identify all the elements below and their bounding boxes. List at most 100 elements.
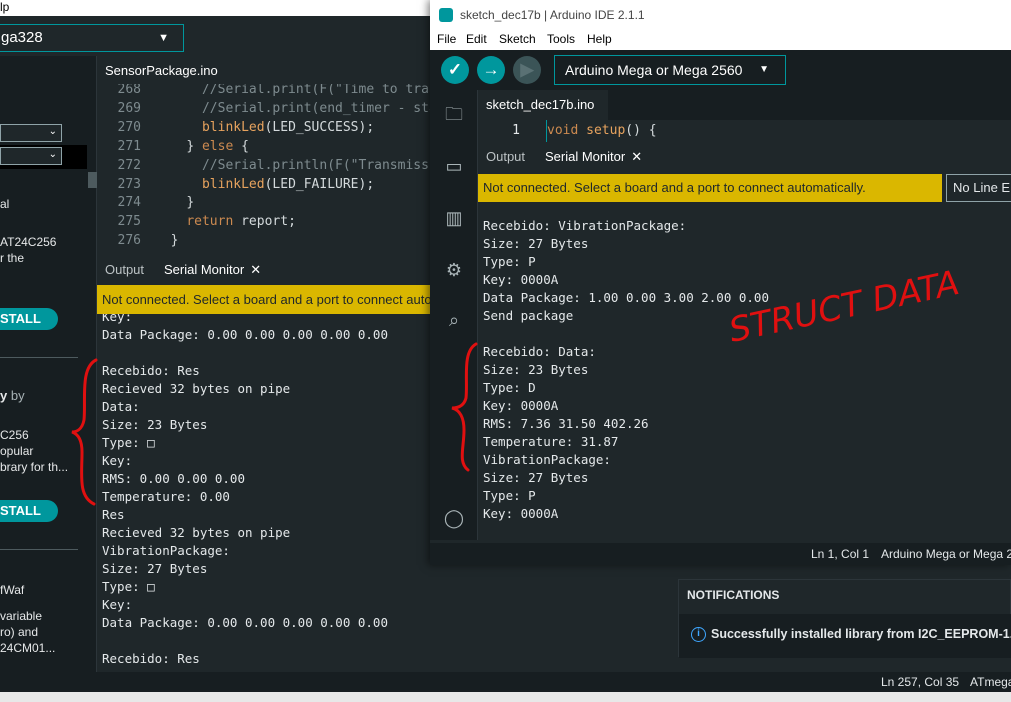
activity-sidebar: 🗀 ▭ ▥ ⚙ ⌕ ◯ xyxy=(430,90,478,540)
back-status-bar: Ln 257, Col 35 ATmega xyxy=(0,672,1011,692)
back-output-tabs: Output Serial Monitor ✕ xyxy=(97,258,430,284)
serial-tab-label: Serial Monitor xyxy=(545,149,626,164)
menu-bar: File Edit Sketch Tools Help xyxy=(430,30,1011,50)
line-number: 268 xyxy=(117,84,141,97)
library-description-text: variable xyxy=(0,609,43,623)
serial-line: Type: D xyxy=(483,380,536,395)
menu-help[interactable]: Help xyxy=(587,32,612,46)
board-selector[interactable]: Arduino Mega or Mega 2560 ▼ xyxy=(554,55,786,85)
folder-icon[interactable]: 🗀 xyxy=(442,102,466,126)
back-title-bar: lp xyxy=(0,0,430,16)
back-code-editor[interactable]: 268 //Serial.print(F("Time to trans 269 /… xyxy=(97,84,430,254)
serial-line: VibrationPackage: xyxy=(102,543,230,558)
line-number: 269 xyxy=(117,100,141,116)
chevron-down-icon: ▼ xyxy=(158,32,169,44)
code-line: 270 blinkLed(LED_SUCCESS); xyxy=(97,118,430,137)
back-board-selector[interactable]: ga328 ▼ xyxy=(0,24,184,52)
board-manager-icon[interactable]: ▭ xyxy=(442,154,466,178)
library-type-select[interactable]: ⌄ xyxy=(0,124,62,142)
library-topic-select[interactable]: ⌄ xyxy=(0,147,62,165)
code-line: 271 } else { xyxy=(97,137,430,156)
arrow-right-icon: → xyxy=(482,60,500,79)
tab-serial-monitor[interactable]: Serial Monitor ✕ xyxy=(164,262,261,278)
tab-serial-monitor[interactable]: Serial Monitor ✕ xyxy=(545,149,642,165)
tab-sensorpackage[interactable]: SensorPackage.ino xyxy=(105,63,218,78)
serial-line: Size: 27 Bytes xyxy=(483,470,589,485)
serial-line: Key: 0000A xyxy=(483,272,559,287)
line-ending-select[interactable]: No Line En xyxy=(946,174,1011,202)
code-line: 269 //Serial.print(end_timer - star xyxy=(97,99,430,118)
search-icon[interactable]: ⌕ xyxy=(442,308,466,332)
line-number: 1 xyxy=(512,123,520,138)
serial-line: Type: P xyxy=(483,254,536,269)
serial-line: Key: xyxy=(102,453,133,468)
chevron-down-icon: ⌄ xyxy=(48,149,57,160)
serial-line: Res xyxy=(102,507,125,522)
serial-line: Recieved 32 bytes on pipe xyxy=(102,381,291,396)
notification-item[interactable]: i Successfully installed library from I2… xyxy=(679,614,1011,658)
install-button[interactable]: STALL xyxy=(0,500,58,522)
serial-line: Data: xyxy=(102,399,140,414)
library-description-text: ro) and xyxy=(0,625,39,639)
serial-line: Key: 0000A xyxy=(483,506,559,521)
upload-button[interactable]: → xyxy=(477,56,505,84)
library-title: y by xyxy=(0,388,25,403)
code-line: void setup() { xyxy=(546,120,657,142)
board-label: Arduino Mega or Mega 2560 xyxy=(565,62,743,78)
back-title-text: lp xyxy=(0,0,10,14)
serial-line: Temperature: 31.87 xyxy=(483,434,619,449)
library-manager-icon[interactable]: ▥ xyxy=(442,206,466,230)
front-status-bar: Ln 1, Col 1 Arduino Mega or Mega 2 xyxy=(430,543,1011,565)
serial-line: Key: xyxy=(102,314,133,324)
code-text: } xyxy=(170,233,179,249)
status-board: Arduino Mega or Mega 2 xyxy=(881,547,1011,561)
close-icon[interactable]: ✕ xyxy=(250,262,261,277)
tab-output[interactable]: Output xyxy=(486,149,525,164)
tab-output[interactable]: Output xyxy=(105,262,144,277)
serial-line: Data Package: 0.00 0.00 0.00 0.00 0.00 xyxy=(102,615,388,630)
code-line: 273 blinkLed(LED_FAILURE); xyxy=(97,175,430,194)
install-button[interactable]: STALL xyxy=(0,308,58,330)
serial-line: VibrationPackage: xyxy=(483,452,611,467)
debug-button[interactable]: ▶ xyxy=(513,56,541,84)
status-board: ATmega xyxy=(970,675,1011,689)
tab-sketch-dec17b[interactable]: sketch_dec17b.ino xyxy=(478,90,608,120)
close-icon[interactable]: ✕ xyxy=(631,149,642,164)
cursor-position: Ln 1, Col 1 xyxy=(811,547,870,561)
serial-line: Temperature: 0.00 xyxy=(102,489,230,504)
line-number: 276 xyxy=(117,233,141,249)
serial-line: Type: □ xyxy=(102,579,155,594)
front-code-editor[interactable]: 1 void setup() { xyxy=(478,120,1011,142)
back-not-connected-banner: Not connected. Select a board and a port… xyxy=(97,285,430,314)
back-board-label: ga328 xyxy=(1,29,43,46)
library-scrollbar[interactable] xyxy=(88,172,97,188)
menu-sketch[interactable]: Sketch xyxy=(499,32,536,46)
verify-button[interactable]: ✓ xyxy=(441,56,469,84)
account-icon[interactable]: ◯ xyxy=(442,506,466,530)
serial-line: Recebido: Res xyxy=(102,651,200,666)
code-line: 272 //Serial.println(F("Transmissio xyxy=(97,156,430,175)
taskbar xyxy=(0,692,1011,702)
menu-file[interactable]: File xyxy=(437,32,456,46)
debug-icon[interactable]: ⚙ xyxy=(442,258,466,282)
serial-line: Recebido: Data: xyxy=(483,344,596,359)
code-text: //Serial.print(end_timer - star xyxy=(201,100,430,116)
menu-edit[interactable]: Edit xyxy=(466,32,487,46)
info-icon: i xyxy=(691,627,706,642)
line-number: 272 xyxy=(117,157,141,173)
code-text: //Serial.println(F("Transmissio xyxy=(201,157,430,173)
menu-tools[interactable]: Tools xyxy=(547,32,575,46)
code-text: //Serial.print(F("Time to trans xyxy=(201,84,430,97)
front-ide-window: sketch_dec17b | Arduino IDE 2.1.1 File E… xyxy=(430,0,1011,565)
line-number: 273 xyxy=(117,176,141,192)
library-description-text: C256 xyxy=(0,428,29,442)
serial-line: Type: P xyxy=(483,488,536,503)
line-number: 274 xyxy=(117,195,141,211)
serial-line: Recieved 32 bytes on pipe xyxy=(102,525,291,540)
debug-icon: ▶ xyxy=(520,60,534,79)
serial-line: RMS: 7.36 31.50 402.26 xyxy=(483,416,649,431)
cursor-position: Ln 257, Col 35 xyxy=(881,675,960,689)
code-text: blinkLed(LED_SUCCESS); xyxy=(201,119,375,135)
front-output-tabs: Output Serial Monitor ✕ xyxy=(478,145,1011,173)
line-number: 271 xyxy=(117,138,141,154)
